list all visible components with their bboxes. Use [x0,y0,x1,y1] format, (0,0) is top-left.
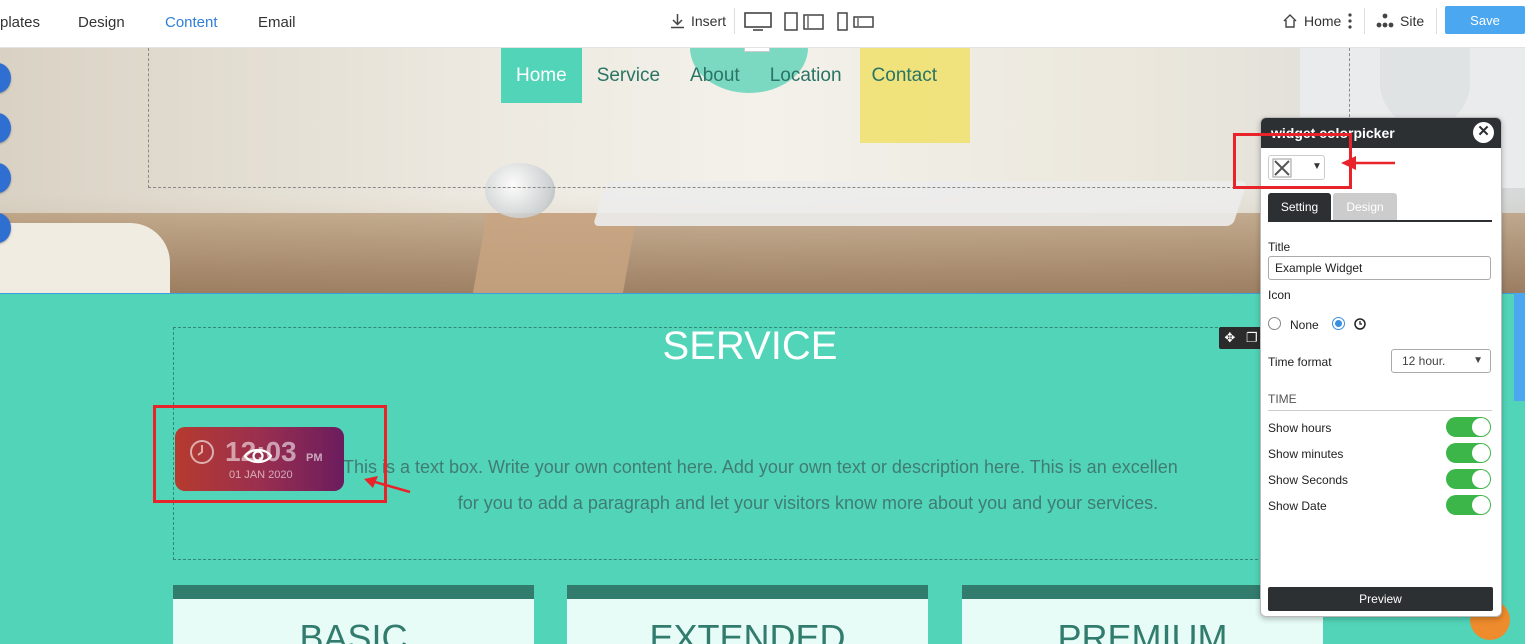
pricing-card-extended: EXTENDED [567,585,928,644]
sitemap-icon [1376,13,1394,28]
nav-item-service[interactable]: Service [582,48,675,103]
preview-button[interactable]: Preview [1268,587,1493,611]
annotation-arrow [364,476,411,494]
site-menu[interactable]: Site [1376,13,1424,29]
home-page-selector[interactable]: Home [1282,13,1353,29]
time-format-label: Time format [1268,355,1332,369]
time-format-value: 12 hour. [1402,354,1446,368]
side-tool-button[interactable] [0,63,11,93]
nav-item-home[interactable]: Home [501,48,582,103]
icon-clock-radio[interactable] [1332,317,1345,330]
show-minutes-toggle[interactable] [1446,443,1491,463]
show-seconds-toggle[interactable] [1446,469,1491,489]
card-title: EXTENDED [649,617,846,644]
home-icon [1283,14,1297,28]
title-input[interactable]: Example Widget [1268,256,1491,280]
icon-label: Icon [1268,288,1291,302]
hero-background [0,223,170,293]
home-label: Home [1304,13,1342,29]
tab-content[interactable]: Content [165,14,218,31]
icon-none-radio[interactable] [1268,317,1281,330]
side-tool-button[interactable] [0,163,11,193]
more-vertical-icon[interactable] [1347,13,1353,29]
annotation-arrow [1341,156,1395,170]
card-title: PREMIUM [1057,617,1228,644]
show-seconds-label: Show Seconds [1268,473,1349,487]
annotation-box [1233,133,1352,189]
top-toolbar: plates Design Content Email Insert Home … [0,0,1525,48]
save-button[interactable]: Save [1445,6,1525,34]
nav-item-about[interactable]: About [675,48,755,103]
close-icon[interactable]: ✕ [1473,122,1494,143]
mobile-view-icon[interactable] [836,12,876,32]
main-navigation: Home Service About Location Contact [501,48,952,103]
icon-none-label: None [1290,318,1319,332]
chevron-down-icon: ▼ [1473,355,1483,366]
time-section-header: TIME [1268,392,1492,411]
tab-underline [1268,220,1492,222]
download-icon [671,14,684,29]
widget-settings-panel: widget colorpicker ✕ ▼ Setting Design Ti… [1260,117,1502,617]
show-date-label: Show Date [1268,499,1327,513]
tab-email[interactable]: Email [258,14,296,31]
insert-button[interactable]: Insert [670,13,726,29]
tab-design[interactable]: Design [1333,193,1397,221]
show-hours-label: Show hours [1268,421,1332,435]
tab-setting[interactable]: Setting [1268,193,1331,221]
divider [734,8,735,34]
time-format-select[interactable]: 12 hour. ▼ [1391,349,1491,373]
tab-templates[interactable]: plates [0,14,40,31]
service-text-line2: for you to add a paragraph and let your … [457,493,1159,513]
side-toolstrip[interactable] [1514,293,1525,401]
nav-item-contact[interactable]: Contact [857,48,952,103]
tab-design[interactable]: Design [78,14,125,31]
desktop-view-icon[interactable] [744,12,772,32]
tablet-view-icon[interactable] [784,12,824,32]
insert-label: Insert [691,13,727,29]
show-minutes-label: Show minutes [1268,447,1344,461]
show-hours-toggle[interactable] [1446,417,1491,437]
nav-item-location[interactable]: Location [755,48,857,103]
clock-icon [1354,318,1366,330]
divider [1364,8,1365,34]
site-label: Site [1400,13,1425,29]
title-label: Title [1268,240,1291,254]
show-date-toggle[interactable] [1446,495,1491,515]
annotation-box [153,405,387,503]
move-icon[interactable]: ✥ [1224,330,1235,346]
side-tool-button[interactable] [0,113,11,143]
divider [1436,8,1437,34]
block-tools[interactable]: ✥ ❐ [1219,327,1263,349]
service-text-line1: This is a text box. Write your own conte… [343,457,1178,477]
card-title: BASIC [299,617,408,644]
pricing-card-basic: BASIC [173,585,534,644]
copy-icon[interactable]: ❐ [1246,330,1258,346]
